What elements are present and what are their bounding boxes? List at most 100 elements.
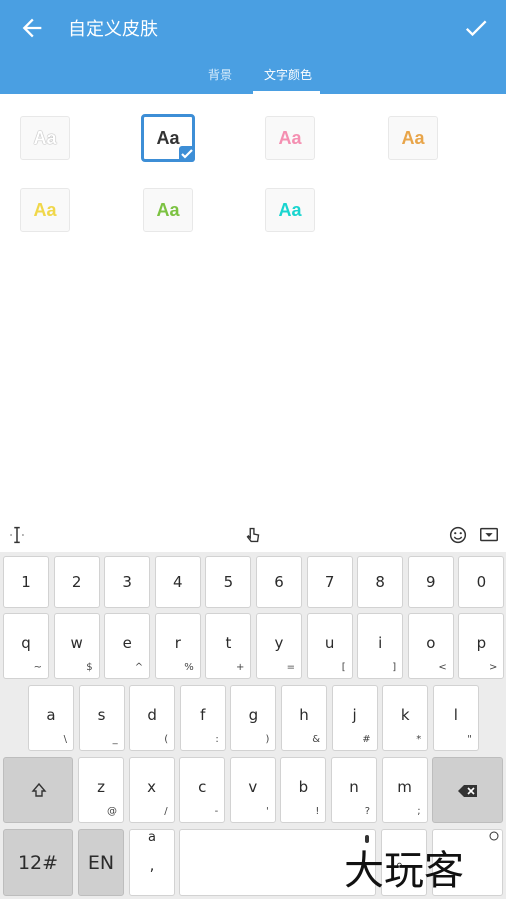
key-label: 12# (17, 852, 59, 874)
tab-background[interactable]: 背景 (208, 66, 232, 83)
shift-icon (31, 782, 47, 797)
color-swatch[interactable]: Aa (388, 116, 438, 160)
comma-key[interactable]: a, (129, 829, 175, 896)
key-label: l (453, 706, 458, 724)
key-y[interactable]: y = (256, 613, 302, 679)
key-label: o (426, 634, 436, 652)
swatch-label: Aa (401, 127, 425, 148)
key-secondary-label: # (362, 734, 371, 745)
key-a[interactable]: a \ (28, 685, 74, 751)
key-secondary-label: _ (112, 734, 118, 745)
key-g[interactable]: g) (230, 685, 277, 751)
key-secondary-label: \ (63, 734, 67, 745)
key-label: s (97, 706, 106, 724)
color-swatch[interactable]: Aa (141, 114, 195, 162)
color-swatch[interactable]: Aa (265, 188, 315, 232)
key-label: g (248, 706, 259, 724)
key-label: t (225, 634, 232, 652)
key-f[interactable]: f: (179, 685, 226, 751)
key-k[interactable]: k * (382, 685, 429, 751)
key-secondary-label: [ (341, 662, 346, 673)
key-4[interactable]: 4 (154, 556, 201, 608)
key-label: 0 (476, 573, 487, 591)
key-j[interactable]: j # (331, 685, 378, 751)
key-x[interactable]: x / (128, 757, 175, 823)
key-t[interactable]: t + (205, 613, 252, 679)
color-swatch[interactable]: Aa (265, 116, 315, 160)
key-p[interactable]: p > (458, 613, 505, 679)
key-w[interactable]: w $ (53, 613, 100, 679)
gesture-icon[interactable] (242, 524, 264, 546)
key-label: 2 (71, 573, 82, 591)
key-label: 8 (375, 573, 385, 591)
swatch-label: Aa (156, 199, 180, 220)
key-8[interactable]: 8 (357, 556, 404, 608)
key-z[interactable]: z @ (78, 757, 124, 823)
key-q[interactable]: q ~ (3, 613, 49, 679)
key-label: a (148, 830, 156, 845)
key-m[interactable]: m; (381, 757, 428, 823)
color-swatch[interactable]: Aa (143, 188, 193, 232)
key-label: m (397, 778, 412, 796)
key-3[interactable]: 3 (104, 556, 151, 608)
language-key[interactable]: EN (78, 829, 124, 896)
tab-text-color[interactable]: 文字颜色 (264, 66, 312, 83)
key-c[interactable]: c- (179, 757, 226, 823)
key-label: 3 (122, 573, 132, 591)
key-label: f (200, 706, 206, 724)
watermark-text: 大玩客 (344, 848, 464, 894)
emoji-icon[interactable] (447, 524, 469, 546)
key-label: a (46, 706, 56, 724)
key-secondary-label: < (438, 662, 447, 673)
page-title: 自定义皮肤 (68, 19, 158, 40)
key-o[interactable]: o < (407, 613, 454, 679)
key-secondary-label: ; (417, 806, 421, 817)
key-v[interactable]: v ' (229, 757, 276, 823)
backspace-icon (458, 785, 477, 797)
backspace-key[interactable] (432, 757, 503, 823)
key-secondary-label: > (489, 662, 498, 673)
key-label: 1 (21, 573, 31, 591)
key-6[interactable]: 6 (256, 556, 302, 608)
check-icon[interactable] (462, 14, 490, 42)
key-secondary-label: ) (265, 734, 270, 745)
key-secondary-label: ] (392, 662, 397, 673)
key-secondary-label: " (467, 734, 472, 745)
key-2[interactable]: 2 (53, 556, 100, 608)
key-9[interactable]: 9 (407, 556, 454, 608)
key-h[interactable]: h & (281, 685, 327, 751)
key-label: v (248, 778, 258, 796)
key-secondary-label: + (236, 662, 245, 673)
symbols-key[interactable]: 12# (3, 829, 73, 896)
key-label: k (400, 706, 410, 724)
key-label: x (147, 778, 157, 796)
key-e[interactable]: e ^ (104, 613, 151, 679)
key-label: z (97, 778, 105, 796)
key-label: p (476, 634, 487, 652)
key-secondary-label: * (416, 734, 422, 745)
key-secondary-label: ? (364, 806, 370, 817)
key-secondary-label: @ (107, 806, 117, 817)
key-1[interactable]: 1 (3, 556, 49, 608)
key-7[interactable]: 7 (306, 556, 353, 608)
hide-keyboard-icon[interactable] (478, 524, 500, 546)
cursor-icon[interactable] (6, 524, 28, 546)
key-secondary-label: ' (266, 806, 269, 817)
shift-key[interactable] (3, 757, 73, 823)
key-secondary-label: - (214, 806, 219, 817)
key-n[interactable]: n? (331, 757, 377, 823)
key-i[interactable]: i] (357, 613, 404, 679)
back-arrow-icon[interactable] (18, 14, 46, 42)
key-d[interactable]: d( (129, 685, 176, 751)
key-5[interactable]: 5 (205, 556, 252, 608)
key-r[interactable]: r% (154, 613, 201, 679)
key-b[interactable]: b! (280, 757, 327, 823)
color-swatch[interactable]: Aa (20, 188, 70, 232)
color-swatch[interactable]: Aa (20, 116, 70, 160)
key-l[interactable]: l " (432, 685, 479, 751)
key-0[interactable]: 0 (458, 556, 505, 608)
emoji-icon (489, 831, 499, 841)
key-s[interactable]: s _ (78, 685, 125, 751)
key-label: 7 (324, 573, 335, 591)
key-u[interactable]: u[ (306, 613, 353, 679)
